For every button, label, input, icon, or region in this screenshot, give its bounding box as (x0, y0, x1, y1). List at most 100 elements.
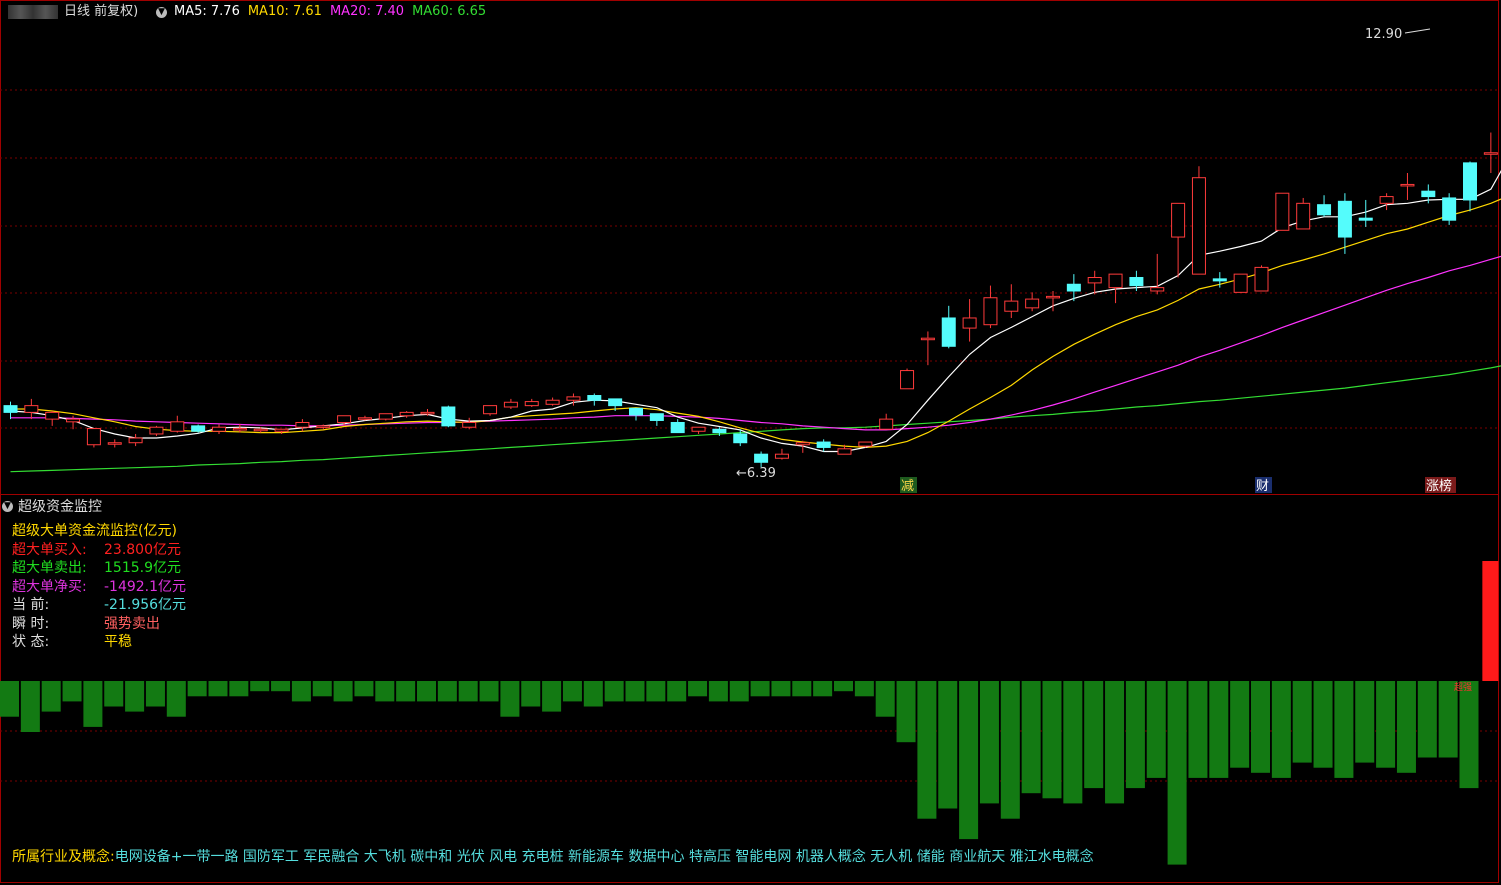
pane-divider[interactable] (0, 494, 1499, 495)
candle-body (399, 411, 414, 417)
flow-bar-negative (959, 681, 979, 840)
candle-body (962, 317, 977, 329)
flow-bar-negative (979, 681, 999, 804)
flow-bar-negative (437, 681, 457, 702)
flow-bar-negative (688, 681, 708, 697)
candle-body (1275, 192, 1290, 231)
candle-body (337, 415, 352, 423)
flow-bar-negative (396, 681, 416, 702)
flow-bar-negative (354, 681, 374, 697)
candle-body (86, 428, 101, 446)
candle-body (524, 401, 539, 407)
indicator-menu-icon[interactable]: ▼ (2, 501, 13, 512)
flow-bar-negative (792, 681, 812, 697)
flow-bar-negative (521, 681, 541, 707)
industry-label: 所属行业及概念: (12, 849, 115, 865)
chart-canvas[interactable]: 12.90 ←6.39 减 财 涨榜超强 (0, 0, 1501, 885)
candle-body (295, 421, 310, 428)
candle-body (1337, 200, 1352, 238)
flow-bar-negative (1084, 681, 1104, 789)
candle-body (941, 317, 956, 347)
flow-bar-negative (1042, 681, 1062, 799)
flow-bar-negative (20, 681, 40, 732)
flow-bar-negative (145, 681, 165, 707)
flow-bar-negative (1251, 681, 1270, 773)
flow-bar-negative (229, 681, 249, 697)
panel-row: 瞬 时: 强势卖出 (12, 615, 177, 634)
panel-row-label: 状 态: (12, 634, 50, 650)
flow-bar-negative (250, 681, 270, 692)
flow-bar-negative (333, 681, 353, 702)
flow-bar-negative (896, 681, 916, 743)
candle-body (1233, 273, 1248, 293)
panel-row-value: 强势卖出 (104, 615, 160, 632)
flow-bar-negative (562, 681, 582, 702)
candle-body (420, 411, 435, 415)
flow-bar-negative (583, 681, 603, 707)
flow-bar-negative (375, 681, 395, 702)
candle-body (1046, 295, 1060, 299)
panel-row-value: -21.956亿元 (104, 597, 187, 613)
candle-body (316, 425, 331, 428)
flow-bar-negative (1063, 681, 1083, 804)
flow-bar-negative (813, 681, 833, 697)
candle-body (649, 413, 664, 421)
flow-bar-negative (1209, 681, 1229, 778)
flow-bar-negative (1146, 681, 1166, 778)
flow-bar-negative (1334, 681, 1354, 778)
candle-body (503, 401, 518, 408)
flow-bar-negative (417, 681, 436, 702)
indicator-name[interactable]: 超级资金监控 (18, 496, 102, 516)
flow-bar-negative (917, 681, 937, 819)
candle-body (983, 297, 998, 326)
candle-body (629, 407, 643, 416)
candle-body (483, 405, 498, 415)
flow-bar-negative (1313, 681, 1333, 768)
candle-body (1317, 204, 1332, 216)
high-price-label: 12.90 (1365, 27, 1402, 42)
candle-body (774, 453, 789, 459)
flow-bar-negative (1000, 681, 1020, 819)
candle-body (1483, 152, 1498, 155)
flow-bar-negative (166, 681, 186, 717)
flow-bar-negative (750, 681, 770, 697)
candle-body (232, 428, 247, 431)
candle-body (1171, 202, 1186, 238)
candle-body (191, 425, 206, 432)
flow-bar-negative (271, 681, 291, 692)
panel-row-label: 当 前: (12, 597, 50, 613)
flow-bar-negative (834, 681, 853, 692)
panel-row-value: 23.800亿元 (104, 541, 181, 558)
candle-body (816, 441, 831, 448)
flow-bar-negative (1459, 681, 1479, 789)
candle-body (1066, 283, 1081, 292)
event-marker-label: 涨榜 (1426, 478, 1452, 494)
candle-body (691, 426, 706, 432)
candle-body (920, 337, 935, 341)
event-marker-label: 减 (901, 479, 914, 494)
candle-body (587, 395, 602, 401)
candle-body (1296, 202, 1311, 230)
flow-bar-negative (771, 681, 791, 697)
candle-body (45, 411, 60, 420)
candle-body (1004, 300, 1019, 312)
panel-row: 当 前: -21.956亿元 (12, 596, 186, 615)
flow-bar-negative (187, 681, 207, 697)
flow-bar-negative (479, 681, 499, 702)
high-pointer (1404, 28, 1431, 34)
panel-row: 状 态: 平稳 (12, 633, 177, 652)
flow-bar-negative (1417, 681, 1437, 758)
candle-body (1463, 162, 1477, 201)
concept-list[interactable]: 电网设备+一带一路 国防军工 军民融合 大飞机 碳中和 光伏 风电 充电桩 新能… (115, 849, 1094, 865)
candle-body (274, 428, 289, 432)
candle-body (1150, 287, 1165, 292)
panel-row: 超大单卖出: 1515.9亿元 (12, 559, 181, 578)
flow-bar-negative (104, 681, 124, 707)
candle-body (253, 428, 268, 432)
candle-body (1212, 278, 1227, 282)
flow-bar-negative (938, 681, 958, 809)
flow-bar-negative (458, 681, 478, 702)
ma5-line (10, 169, 1501, 453)
candle-body (837, 448, 852, 455)
flow-bar-negative (1355, 681, 1375, 763)
